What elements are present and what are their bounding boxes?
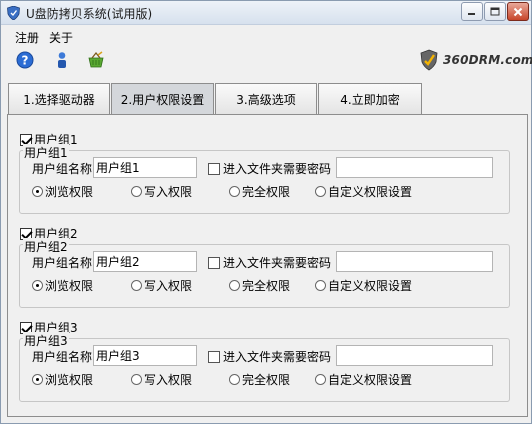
maximize-button[interactable] [484,2,506,21]
menu-bar: 注册 关于 [1,26,531,46]
group-name-input[interactable] [93,345,197,366]
radio-label: 写入权限 [144,373,193,387]
checkbox[interactable] [208,256,220,269]
minimize-icon [468,12,475,15]
radio-button[interactable] [229,280,240,291]
menu-register[interactable]: 注册 [15,29,39,46]
group-name-label: 用户组名称 [32,256,93,270]
user-group-2: 用户组2 用户组2 用户组名称 进入文件夹需要密码 浏览权限 写入权限 完全权限… [14,225,521,317]
radio-label: 自定义权限设置 [328,373,413,387]
group-name-input[interactable] [93,157,197,178]
tab-user-permissions[interactable]: 2.用户权限设置 [111,83,214,114]
close-button[interactable] [507,2,529,21]
permission-custom-radio[interactable]: 自定义权限设置 [315,183,412,200]
password-required-label: 进入文件夹需要密码 [223,350,332,364]
checkbox[interactable] [208,162,220,175]
radio-label: 自定义权限设置 [328,185,413,199]
fieldset-legend: 用户组1 [23,144,69,161]
help-icon[interactable]: ? [16,51,34,69]
radio-label: 浏览权限 [45,185,94,199]
permission-custom-radio[interactable]: 自定义权限设置 [315,371,412,388]
radio-label: 浏览权限 [45,279,94,293]
password-input[interactable] [336,345,493,366]
radio-label: 完全权限 [242,373,291,387]
permission-write-radio[interactable]: 写入权限 [131,183,192,200]
radio-button[interactable] [315,374,326,385]
tab-select-drive[interactable]: 1.选择驱动器 [8,83,110,114]
permission-write-radio[interactable]: 写入权限 [131,371,192,388]
shield-app-icon [7,6,20,20]
radio-label: 写入权限 [144,279,193,293]
radio-button[interactable] [32,186,43,197]
fieldset-legend: 用户组2 [23,238,69,255]
permission-write-radio[interactable]: 写入权限 [131,277,192,294]
password-input[interactable] [336,251,493,272]
user-group-1: 用户组1 用户组1 用户组名称 进入文件夹需要密码 浏览权限 写入权限 完全权限… [14,131,521,223]
radio-button[interactable] [315,280,326,291]
password-required-label: 进入文件夹需要密码 [223,162,332,176]
radio-button[interactable] [131,374,142,385]
group-name-label: 用户组名称 [32,162,93,176]
title-bar[interactable]: U盘防拷贝系统(试用版) [1,1,531,25]
radio-label: 完全权限 [242,185,291,199]
checkbox[interactable] [208,350,220,363]
permission-custom-radio[interactable]: 自定义权限设置 [315,277,412,294]
brand-shield-icon [420,49,438,71]
radio-label: 自定义权限设置 [328,279,413,293]
password-required-checkbox[interactable]: 进入文件夹需要密码 [208,160,331,177]
fieldset-legend: 用户组3 [23,332,69,349]
password-required-label: 进入文件夹需要密码 [223,256,332,270]
user-group-3: 用户组3 用户组3 用户组名称 进入文件夹需要密码 浏览权限 写入权限 完全权限… [14,319,521,411]
permission-browse-radio[interactable]: 浏览权限 [32,183,93,200]
menu-about[interactable]: 关于 [49,29,73,46]
brand-logo: 360DRM.com [419,49,532,71]
tab-encrypt-now[interactable]: 4.立即加密 [318,83,422,114]
radio-button[interactable] [32,374,43,385]
svg-text:?: ? [22,54,29,68]
app-window: U盘防拷贝系统(试用版) 注册 关于 ? 360DRM.com 1.选择驱动器 … [0,0,532,424]
password-required-checkbox[interactable]: 进入文件夹需要密码 [208,254,331,271]
password-required-checkbox[interactable]: 进入文件夹需要密码 [208,348,331,365]
group-name-label: 用户组名称 [32,350,93,364]
maximize-icon [490,7,500,16]
permission-browse-radio[interactable]: 浏览权限 [32,371,93,388]
radio-label: 写入权限 [144,185,193,199]
permission-full-radio[interactable]: 完全权限 [229,371,290,388]
radio-button[interactable] [131,280,142,291]
permission-full-radio[interactable]: 完全权限 [229,277,290,294]
radio-label: 完全权限 [242,279,291,293]
radio-label: 浏览权限 [45,373,94,387]
user-icon[interactable] [53,51,71,69]
close-icon [513,7,523,16]
brand-text: 360DRM.com [443,53,532,67]
password-input[interactable] [336,157,493,178]
group-name-input[interactable] [93,251,197,272]
permission-browse-radio[interactable]: 浏览权限 [32,277,93,294]
radio-button[interactable] [229,374,240,385]
basket-icon[interactable] [87,51,105,69]
permission-full-radio[interactable]: 完全权限 [229,183,290,200]
minimize-button[interactable] [461,2,483,21]
radio-button[interactable] [229,186,240,197]
window-title: U盘防拷贝系统(试用版) [26,7,153,21]
radio-button[interactable] [315,186,326,197]
radio-button[interactable] [131,186,142,197]
radio-button[interactable] [32,280,43,291]
tab-advanced-options[interactable]: 3.高级选项 [215,83,317,114]
